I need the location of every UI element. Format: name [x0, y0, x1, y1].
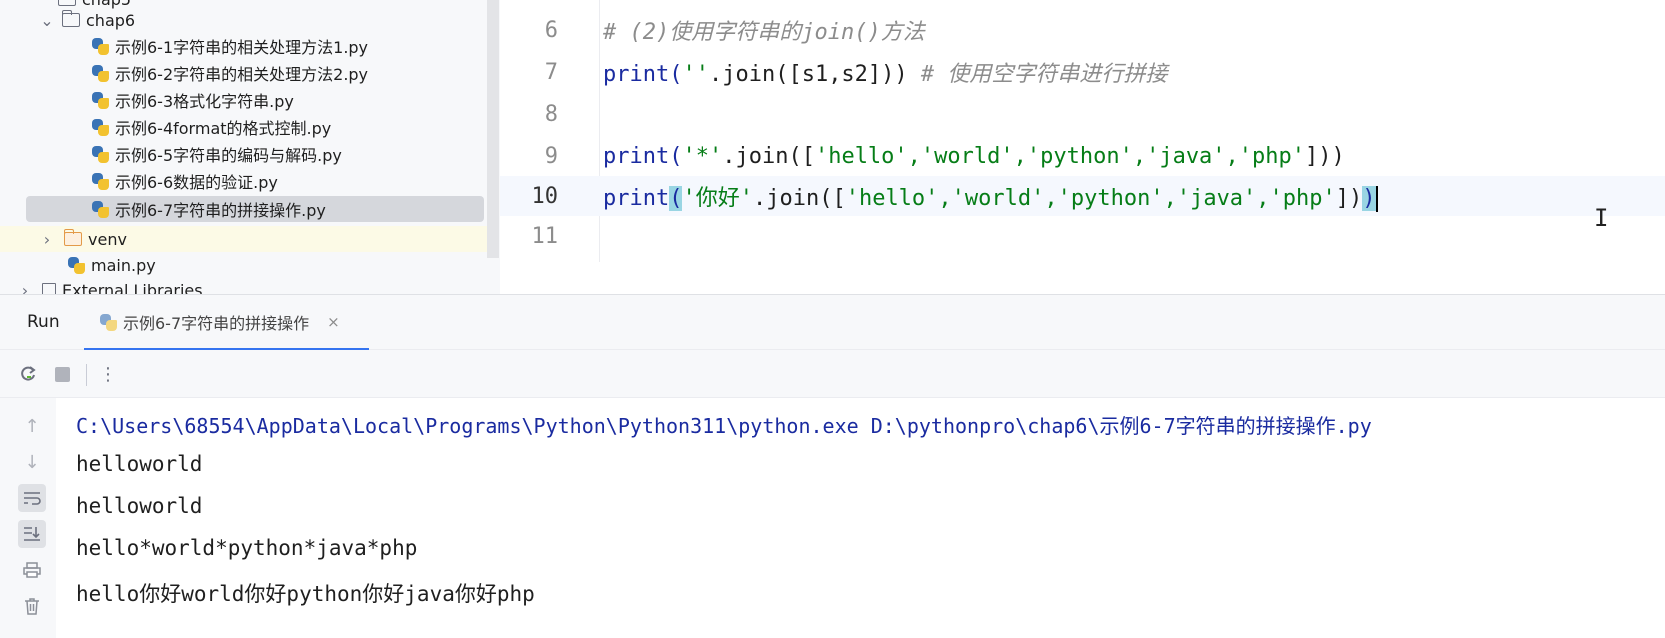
- console-output-line: helloworld: [76, 494, 203, 518]
- code-comment: # 使用空字符串进行拼接: [907, 62, 1168, 87]
- code-string: 'hello','world','python','java','php': [845, 186, 1336, 211]
- run-title: Run: [27, 312, 60, 332]
- tree-file-5[interactable]: 示例6-5字符串的编码与解码.py: [92, 141, 342, 167]
- folder-icon: [63, 229, 82, 246]
- toolbar-separator: [86, 364, 87, 386]
- code-string: '你好': [682, 186, 753, 211]
- chevron-down-icon[interactable]: ⌄: [40, 11, 54, 30]
- trash-icon[interactable]: [18, 592, 46, 620]
- code-token: .join([s1,s2])): [708, 62, 908, 87]
- close-icon[interactable]: ×: [327, 313, 340, 331]
- code-line-10-current[interactable]: 10 print('你好'.join(['hello','world','pyt…: [500, 176, 1665, 216]
- console-output-line: hello你好world你好python你好java你好php: [76, 582, 535, 606]
- line-number: 10: [531, 183, 559, 209]
- file-label: 示例6-5字符串的编码与解码.py: [115, 146, 342, 165]
- code-content: print('*'.join(['hello','world','python'…: [603, 144, 1345, 169]
- run-console[interactable]: C:\Users\68554\AppData\Local\Programs\Py…: [56, 398, 1665, 638]
- tree-scrollbar[interactable]: [487, 0, 499, 258]
- console-command-line[interactable]: C:\Users\68554\AppData\Local\Programs\Py…: [76, 410, 1372, 439]
- rerun-icon[interactable]: [16, 362, 40, 386]
- file-label: 示例6-3格式化字符串.py: [115, 92, 294, 111]
- tree-file-7-selected[interactable]: 示例6-7字符串的拼接操作.py: [26, 196, 484, 222]
- matched-brace: (: [669, 186, 683, 211]
- line-number: 7: [544, 59, 558, 85]
- code-comment: # (2)使用字符串的join()方法: [603, 20, 925, 45]
- arrow-down-icon[interactable]: ↓: [18, 448, 46, 476]
- stop-icon[interactable]: [50, 362, 74, 386]
- file-label: 示例6-4format的格式控制.py: [115, 119, 332, 138]
- scroll-to-end-icon[interactable]: [18, 520, 46, 548]
- line-number: 8: [544, 101, 558, 127]
- code-token: print(: [603, 143, 683, 169]
- code-token: print(: [603, 62, 683, 87]
- code-token: .join([: [752, 186, 846, 211]
- python-file-icon: [68, 256, 86, 274]
- python-file-icon: [92, 145, 110, 163]
- matched-brace: ): [1362, 186, 1376, 211]
- tree-item-venv[interactable]: › venv: [40, 226, 127, 252]
- python-file-icon: [92, 200, 110, 218]
- tree-item-chap6[interactable]: ⌄ chap6: [40, 7, 135, 33]
- code-string: '': [682, 62, 709, 87]
- file-label: main.py: [91, 255, 156, 275]
- line-number: 11: [531, 223, 559, 249]
- line-number: 9: [544, 143, 558, 169]
- code-line-8[interactable]: 8: [500, 94, 1665, 134]
- code-content: print('你好'.join(['hello','world','python…: [603, 180, 1378, 212]
- code-line-7[interactable]: 7 print(''.join([s1,s2])) # 使用空字符串进行拼接: [500, 52, 1665, 92]
- code-string: 'hello','world','python','java','php': [814, 143, 1306, 169]
- text-caret: [1375, 186, 1378, 212]
- file-label: 示例6-2字符串的相关处理方法2.py: [115, 65, 369, 84]
- run-toolbar: ⋮: [0, 350, 1665, 398]
- line-number: 6: [544, 17, 558, 43]
- python-file-icon: [100, 313, 118, 331]
- chevron-right-icon[interactable]: ›: [40, 230, 54, 249]
- run-side-toolbar: ↑ ↓: [0, 398, 56, 638]
- code-content: print(''.join([s1,s2])) # 使用空字符串进行拼接: [603, 56, 1167, 88]
- ibeam-cursor-icon: I: [1594, 204, 1609, 232]
- tree-item-label: External Libraries: [62, 280, 203, 295]
- library-icon: [42, 283, 56, 294]
- console-output-line: hello*world*python*java*php: [76, 536, 418, 560]
- code-line-6[interactable]: 6 # (2)使用字符串的join()方法: [500, 10, 1665, 50]
- print-icon[interactable]: [18, 556, 46, 584]
- python-file-icon: [92, 91, 110, 109]
- tree-item-label: chap6: [86, 10, 136, 30]
- arrow-up-icon[interactable]: ↑: [18, 412, 46, 440]
- file-label: 示例6-6数据的验证.py: [115, 173, 278, 192]
- code-token: print: [603, 186, 670, 211]
- code-line-11[interactable]: 11: [500, 216, 1665, 256]
- file-label: 示例6-1字符串的相关处理方法1.py: [115, 38, 369, 57]
- project-tool-window: chap5 ⌄ chap6 示例6-1字符串的相关处理方法1.py 示例6-2字…: [0, 0, 500, 294]
- file-label: 示例6-7字符串的拼接操作.py: [115, 201, 326, 220]
- tree-file-4[interactable]: 示例6-4format的格式控制.py: [92, 114, 331, 140]
- tree-item-main[interactable]: main.py: [68, 252, 156, 278]
- python-file-icon: [92, 172, 110, 190]
- tree-file-6[interactable]: 示例6-6数据的验证.py: [92, 168, 278, 194]
- python-file-icon: [92, 64, 110, 82]
- python-file-icon: [92, 118, 110, 136]
- code-editor[interactable]: 6 # (2)使用字符串的join()方法 7 print(''.join([s…: [500, 0, 1665, 262]
- folder-icon: [58, 0, 76, 6]
- run-tab-label: 示例6-7字符串的拼接操作: [123, 313, 310, 333]
- tree-item-label: venv: [88, 229, 127, 249]
- code-token: ]): [1335, 186, 1363, 211]
- code-token: .join([: [722, 143, 815, 169]
- tree-file-3[interactable]: 示例6-3格式化字符串.py: [92, 87, 294, 113]
- console-output-line: helloworld: [76, 452, 203, 476]
- chevron-right-icon[interactable]: ›: [18, 281, 32, 295]
- tree-item-external-libraries[interactable]: › External Libraries: [18, 277, 203, 294]
- code-token: ])): [1305, 143, 1345, 169]
- run-tab[interactable]: 示例6-7字符串的拼接操作 ×: [84, 295, 369, 351]
- code-line-9[interactable]: 9 print('*'.join(['hello','world','pytho…: [500, 136, 1665, 176]
- tree-file-1[interactable]: 示例6-1字符串的相关处理方法1.py: [92, 33, 368, 59]
- python-file-icon: [92, 37, 110, 55]
- code-string: '*': [682, 143, 723, 169]
- run-tool-window-header: Run 示例6-7字符串的拼接操作 ×: [0, 294, 1665, 351]
- folder-icon: [61, 10, 80, 27]
- tree-file-2[interactable]: 示例6-2字符串的相关处理方法2.py: [92, 60, 368, 86]
- more-options-icon[interactable]: ⋮: [96, 362, 120, 386]
- soft-wrap-icon[interactable]: [18, 484, 46, 512]
